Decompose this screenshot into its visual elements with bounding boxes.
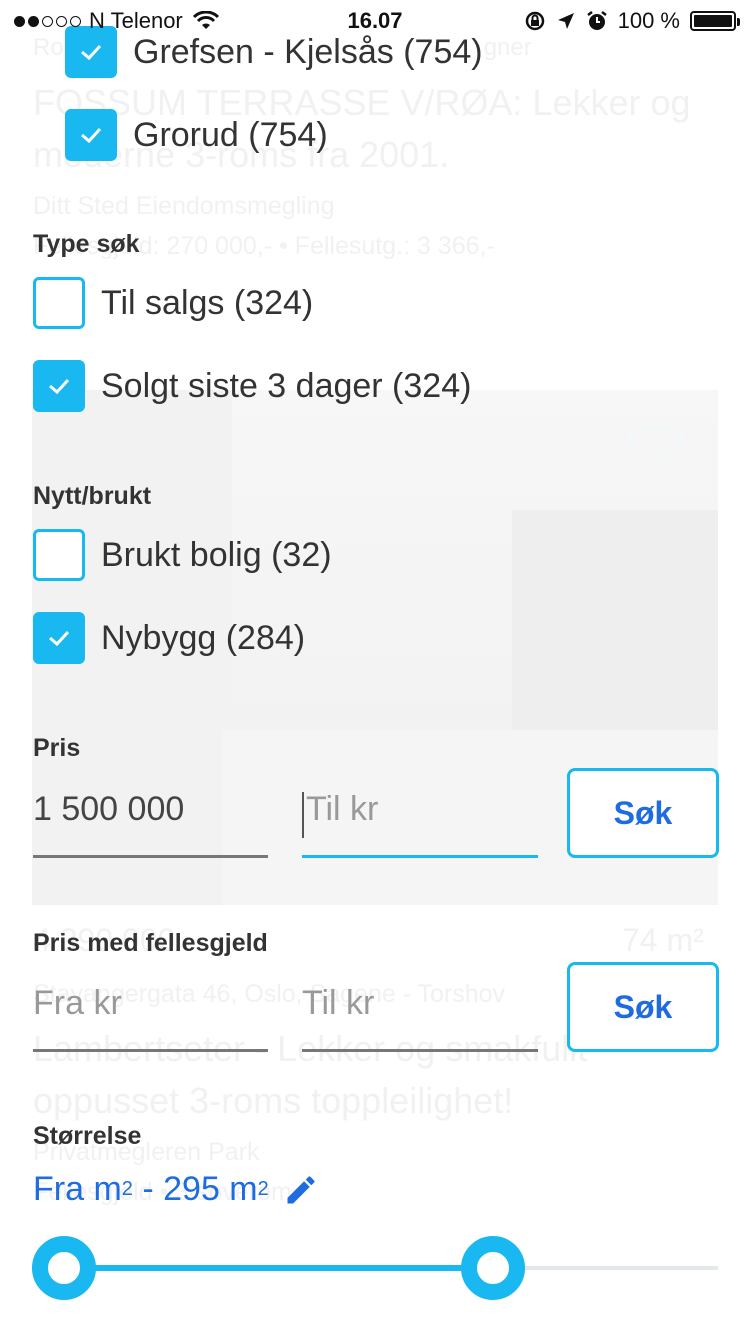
slider-min-handle[interactable] bbox=[32, 1236, 96, 1300]
price-from-field[interactable]: 1 500 000 bbox=[33, 768, 268, 858]
section-title-size: Størrelse bbox=[33, 1122, 142, 1150]
checkbox[interactable] bbox=[33, 360, 85, 412]
total-price-from-placeholder: Fra kr bbox=[33, 984, 122, 1022]
rotation-lock-icon bbox=[525, 11, 544, 31]
battery-icon bbox=[690, 11, 740, 31]
option-label: Brukt bolig (32) bbox=[101, 535, 332, 574]
slider-selected-range bbox=[64, 1265, 493, 1271]
check-icon bbox=[49, 630, 70, 647]
checkbox[interactable] bbox=[33, 612, 85, 664]
checkbox[interactable] bbox=[33, 529, 85, 581]
option-new-build[interactable]: Nybygg (284) bbox=[33, 612, 305, 664]
check-icon bbox=[81, 44, 102, 61]
price-to-field[interactable]: Til kr bbox=[302, 768, 538, 858]
total-price-from-field[interactable]: Fra kr bbox=[33, 962, 268, 1052]
option-label: Grorud (754) bbox=[133, 115, 328, 154]
alarm-icon bbox=[586, 11, 607, 30]
total-price-search-button[interactable]: Søk bbox=[567, 962, 719, 1052]
slider-max-handle[interactable] bbox=[461, 1236, 525, 1300]
price-search-button[interactable]: Søk bbox=[567, 768, 719, 858]
option-used-home[interactable]: Brukt bolig (32) bbox=[33, 529, 332, 581]
price-from-value: 1 500 000 bbox=[33, 790, 185, 828]
district-option-grorud[interactable]: Grorud (754) bbox=[65, 109, 328, 161]
check-icon bbox=[81, 127, 102, 144]
pencil-icon[interactable] bbox=[283, 1172, 319, 1208]
section-title-price: Pris bbox=[33, 734, 81, 762]
price-to-placeholder: Til kr bbox=[306, 790, 379, 828]
total-price-to-placeholder: Til kr bbox=[302, 984, 375, 1022]
option-label: Nybygg (284) bbox=[101, 618, 306, 657]
size-to-text: - 295 m bbox=[132, 1170, 258, 1208]
option-label: Solgt siste 3 dager (324) bbox=[101, 366, 472, 405]
option-sold-last-3-days[interactable]: Solgt siste 3 dager (324) bbox=[33, 360, 471, 412]
size-range-slider[interactable] bbox=[32, 1236, 718, 1300]
size-from-text: Fra m bbox=[33, 1170, 122, 1208]
size-range-label[interactable]: Fra m2 - 295 m2 bbox=[33, 1170, 319, 1209]
total-price-to-field[interactable]: Til kr bbox=[302, 962, 538, 1052]
superscript: 2 bbox=[257, 1178, 269, 1200]
status-bar: N Telenor 16.07 100 % bbox=[0, 0, 750, 40]
location-arrow-icon bbox=[557, 13, 574, 29]
check-icon bbox=[49, 378, 70, 395]
filter-panel: Grefsen - Kjelsås (754) Grorud (754) Typ… bbox=[0, 0, 750, 1334]
checkbox[interactable] bbox=[33, 277, 85, 329]
section-title-new-used: Nytt/brukt bbox=[33, 482, 152, 510]
section-title-price-with-debt: Pris med fellesgjeld bbox=[33, 929, 268, 957]
checkbox[interactable] bbox=[65, 109, 117, 161]
text-cursor bbox=[302, 792, 304, 838]
section-title-type: Type søk bbox=[33, 230, 140, 258]
battery-percent: 100 % bbox=[617, 8, 680, 33]
superscript: 2 bbox=[121, 1178, 133, 1200]
option-label: Til salgs (324) bbox=[101, 283, 314, 322]
option-for-sale[interactable]: Til salgs (324) bbox=[33, 277, 313, 329]
